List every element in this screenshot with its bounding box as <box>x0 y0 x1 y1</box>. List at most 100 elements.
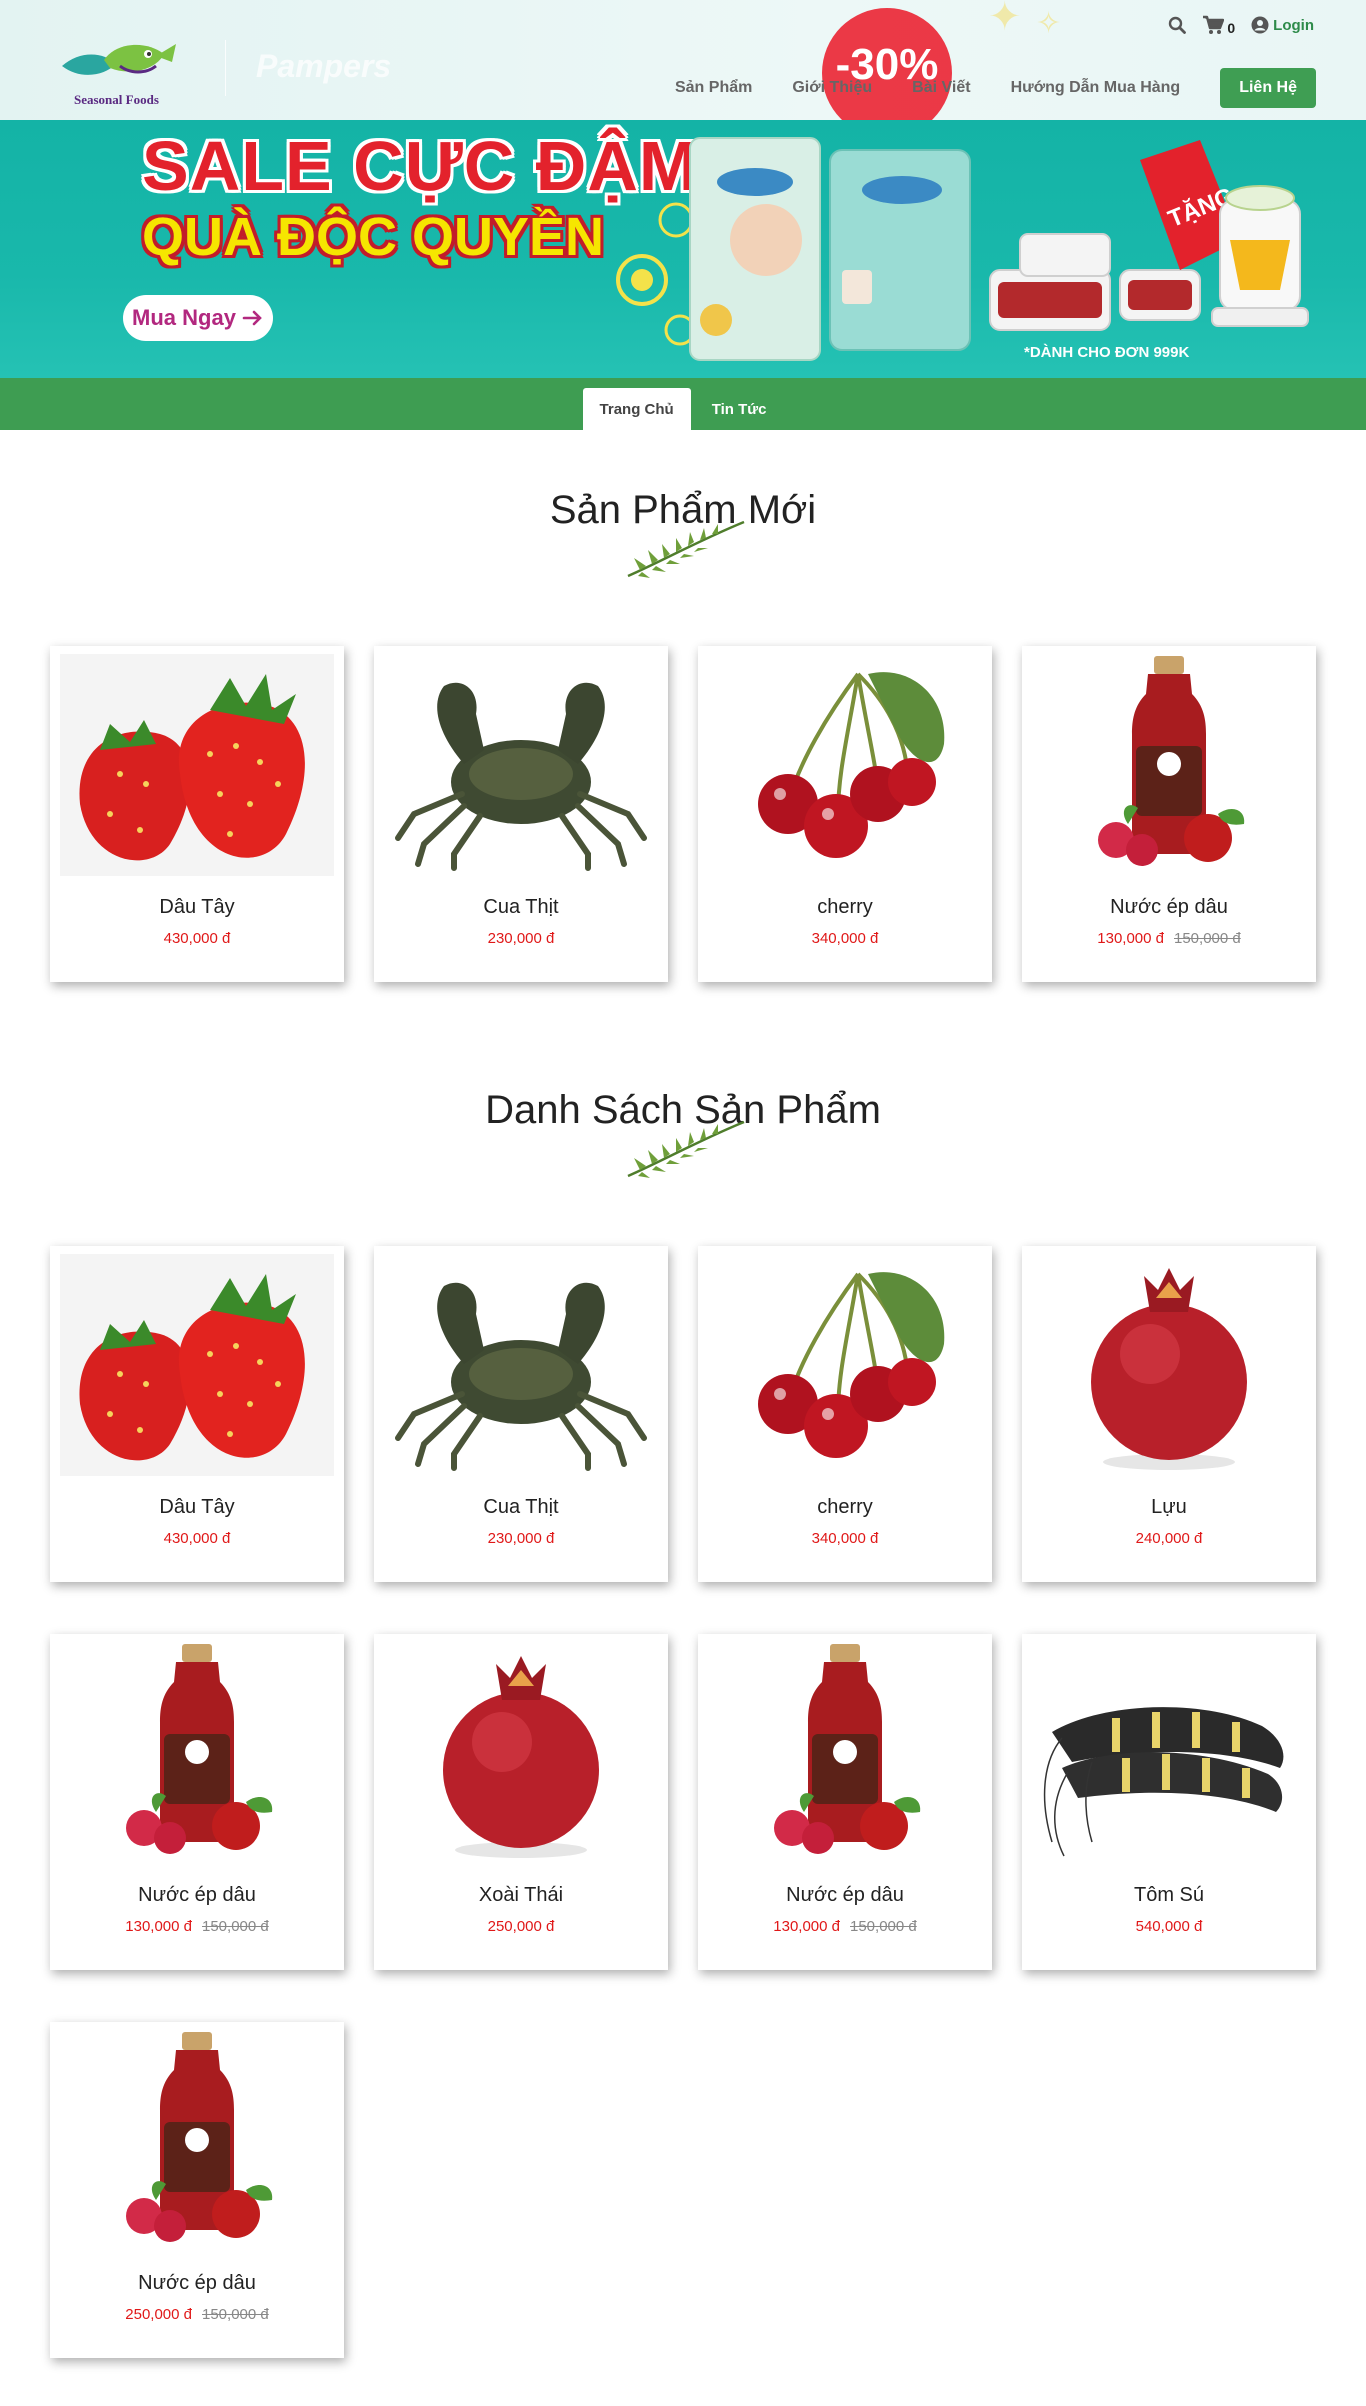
product-name[interactable]: Cua Thịt <box>374 1496 668 1519</box>
search-button[interactable] <box>1168 16 1187 34</box>
product-price: 250,000 đ <box>487 1918 555 1935</box>
product-name[interactable]: Nước ép dâu <box>698 1884 992 1907</box>
rosemary-sprig-icon <box>627 1120 745 1178</box>
logo-text: Seasonal Foods <box>74 92 159 107</box>
contact-button[interactable]: Liên Hệ <box>1220 68 1316 108</box>
site-logo[interactable]: Seasonal Foods <box>60 36 180 110</box>
product-price: 230,000 đ <box>487 930 555 947</box>
product-price-row: 130,000 đ 150,000 đ <box>698 1918 992 1935</box>
product-name[interactable]: Dâu Tây <box>50 1496 344 1519</box>
product-name[interactable]: Nước ép dâu <box>1022 896 1316 919</box>
product-old-price: 150,000 đ <box>1174 930 1241 947</box>
product-image[interactable] <box>708 1254 982 1476</box>
promo-banner[interactable]: SALE CỰC ĐẬM QUÀ ĐỘC QUYỀN Mua Ngay TẶNG… <box>0 120 1366 378</box>
cart-count: 0 <box>1227 20 1236 36</box>
nav-item-about[interactable]: Giới Thiệu <box>792 79 872 97</box>
product-card[interactable]: Cua Thịt 230,000 đ <box>374 646 668 982</box>
product-image[interactable] <box>708 1642 982 1864</box>
tab-home[interactable]: Trang Chủ <box>582 388 691 430</box>
product-price: 430,000 đ <box>163 1530 231 1547</box>
logo-fish-icon <box>62 44 176 75</box>
product-image[interactable] <box>384 1254 658 1476</box>
cart-icon <box>1203 15 1225 34</box>
product-price-row: 130,000 đ 150,000 đ <box>1022 930 1316 947</box>
product-name[interactable]: cherry <box>698 1496 992 1519</box>
login-button[interactable]: Login <box>1251 16 1314 34</box>
product-name[interactable]: Nước ép dâu <box>50 1884 344 1907</box>
diaper-pack-large-icon <box>689 137 821 361</box>
product-image[interactable] <box>1032 1254 1306 1476</box>
buy-now-label: Mua Ngay <box>132 305 236 330</box>
product-price: 250,000 đ <box>125 2306 192 2323</box>
product-card[interactable]: Xoài Thái 250,000 đ <box>374 1634 668 1970</box>
product-price-row: 430,000 đ <box>50 1530 344 1547</box>
juice-bottle-image <box>708 1642 982 1864</box>
main-nav: Sản Phẩm Giới Thiệu Bài Viết Hướng Dẫn M… <box>675 68 1316 108</box>
product-name[interactable]: Xoài Thái <box>374 1884 668 1907</box>
buy-now-button[interactable]: Mua Ngay <box>123 295 273 341</box>
product-name[interactable]: cherry <box>698 896 992 919</box>
product-price: 130,000 đ <box>1097 930 1164 947</box>
arrow-right-icon <box>242 310 262 326</box>
product-price: 240,000 đ <box>1135 1530 1203 1547</box>
product-price: 340,000 đ <box>811 930 879 947</box>
banner-subheadline: QUÀ ĐỘC QUYỀN <box>142 207 605 267</box>
product-name[interactable]: Cua Thịt <box>374 896 668 919</box>
crab-image <box>384 654 658 876</box>
product-price: 130,000 đ <box>773 1918 840 1935</box>
tab-news[interactable]: Tin Tức <box>695 388 784 430</box>
product-price-row: 250,000 đ 150,000 đ <box>50 2306 344 2323</box>
nav-item-products[interactable]: Sản Phẩm <box>675 79 752 97</box>
product-card[interactable]: Nước ép dâu 130,000 đ 150,000 đ <box>698 1634 992 1970</box>
site-header: Pampers -30% ✦ ✧ Seasonal Foods 0 Login … <box>0 0 1366 120</box>
product-price: 540,000 đ <box>1135 1918 1203 1935</box>
product-card[interactable]: Nước ép dâu 130,000 đ 150,000 đ <box>1022 646 1316 982</box>
product-card[interactable]: Tôm Sú 540,000 đ <box>1022 1634 1316 1970</box>
product-price: 130,000 đ <box>125 1918 192 1935</box>
product-price-row: 240,000 đ <box>1022 1530 1316 1547</box>
product-image[interactable] <box>1032 1642 1306 1864</box>
flower-icon <box>616 202 696 346</box>
product-card[interactable]: cherry 340,000 đ <box>698 646 992 982</box>
product-price-row: 540,000 đ <box>1022 1918 1316 1935</box>
product-card[interactable]: Lựu 240,000 đ <box>1022 1246 1316 1582</box>
strawberry-image <box>60 1254 334 1476</box>
product-card[interactable]: cherry 340,000 đ <box>698 1246 992 1582</box>
product-image[interactable] <box>1032 654 1306 876</box>
product-image[interactable] <box>708 654 982 876</box>
product-price-row: 340,000 đ <box>698 1530 992 1547</box>
product-price-row: 130,000 đ 150,000 đ <box>50 1918 344 1935</box>
product-card[interactable]: Nước ép dâu 250,000 đ 150,000 đ <box>50 2022 344 2358</box>
product-name[interactable]: Nước ép dâu <box>50 2272 344 2295</box>
product-price-row: 230,000 đ <box>374 1530 668 1547</box>
product-image[interactable] <box>60 1254 334 1476</box>
product-card[interactable]: Nước ép dâu 130,000 đ 150,000 đ <box>50 1634 344 1970</box>
product-price-row: 430,000 đ <box>50 930 344 947</box>
user-circle-icon <box>1251 16 1269 34</box>
product-price-row: 250,000 đ <box>374 1918 668 1935</box>
product-image[interactable] <box>60 1642 334 1864</box>
product-name[interactable]: Dâu Tây <box>50 896 344 919</box>
juicer-icon <box>1211 185 1309 327</box>
cart-button[interactable]: 0 <box>1202 14 1235 36</box>
nav-item-posts[interactable]: Bài Viết <box>912 79 970 97</box>
tab-bar: Trang Chủ Tin Tức <box>0 378 1366 430</box>
rosemary-sprig-icon <box>627 520 745 578</box>
product-card[interactable]: Dâu Tây 430,000 đ <box>50 646 344 982</box>
juice-bottle-image <box>1032 654 1306 876</box>
pomegranate-image <box>1032 1254 1306 1476</box>
product-card[interactable]: Cua Thịt 230,000 đ <box>374 1246 668 1582</box>
banner-products-illustration: TẶNG <box>616 137 1309 361</box>
product-image[interactable] <box>384 654 658 876</box>
product-name[interactable]: Tôm Sú <box>1022 1884 1316 1907</box>
product-name[interactable]: Lựu <box>1022 1496 1316 1519</box>
cherry-image <box>708 1254 982 1476</box>
star-icon: ✦ <box>988 0 1022 40</box>
header-divider <box>225 40 226 96</box>
product-image[interactable] <box>60 654 334 876</box>
nav-item-buying-guide[interactable]: Hướng Dẫn Mua Hàng <box>1011 79 1181 97</box>
product-image[interactable] <box>60 2030 334 2252</box>
product-card[interactable]: Dâu Tây 430,000 đ <box>50 1246 344 1582</box>
food-container-icon <box>989 233 1201 331</box>
product-image[interactable] <box>384 1642 658 1864</box>
